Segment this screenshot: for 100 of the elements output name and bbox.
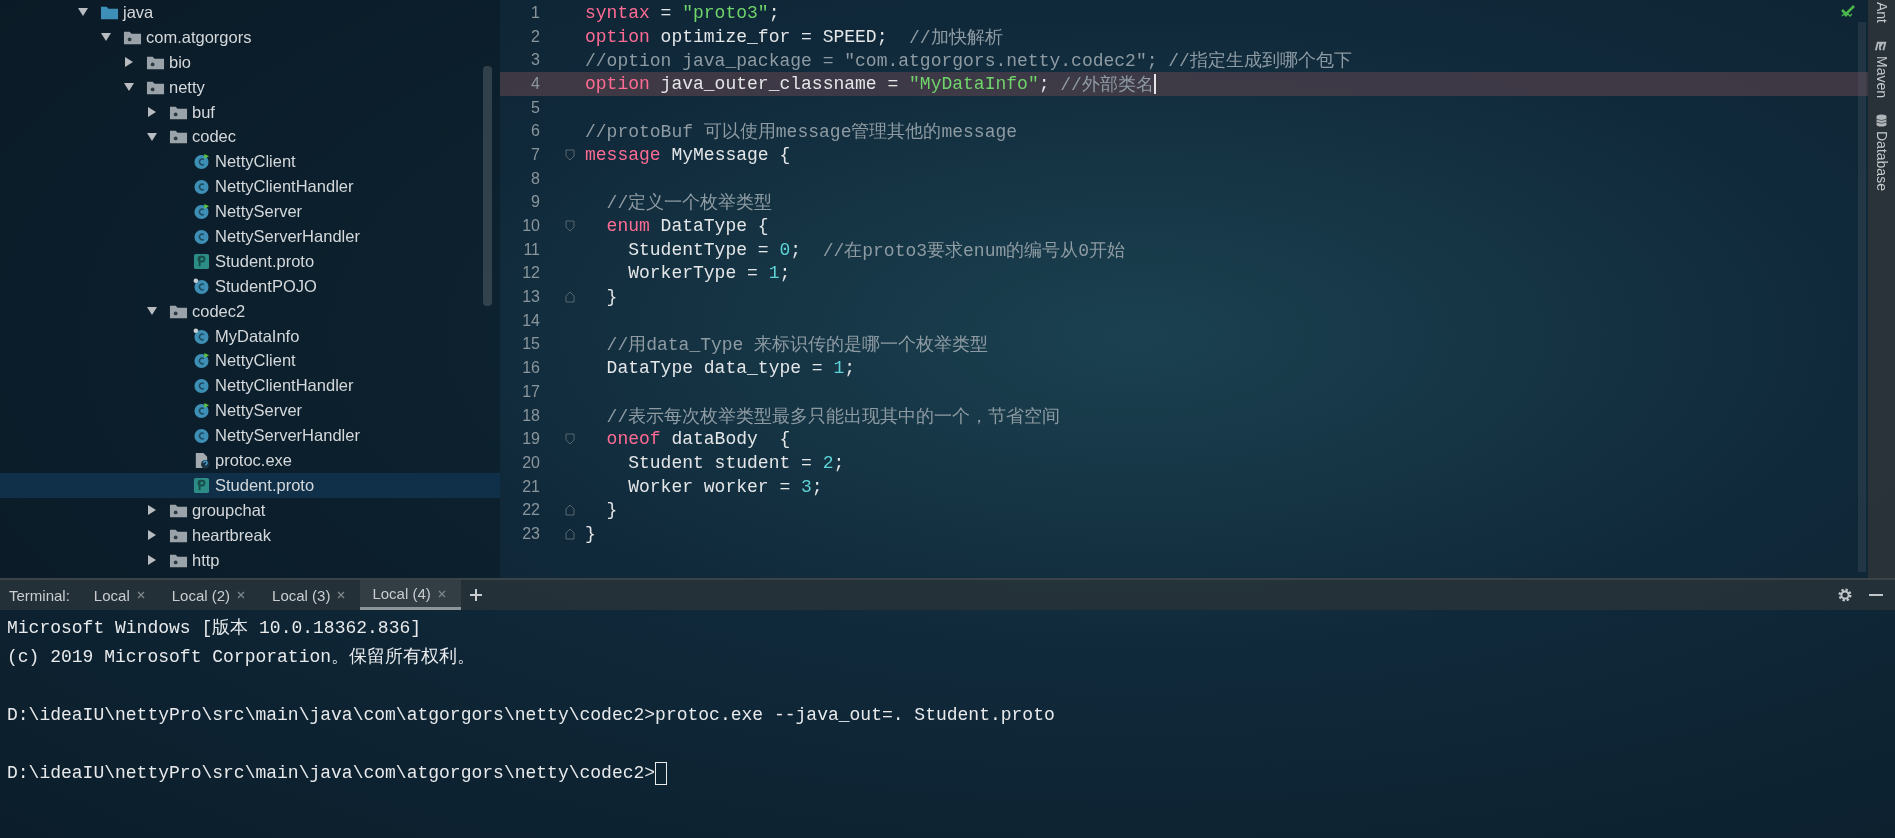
tree-item[interactable]: codec [0,124,500,150]
database-icon[interactable] [1874,114,1889,128]
tree-item[interactable]: java [0,0,500,25]
code-line: message MyMessage { [585,144,791,165]
tree-item-label: codec2 [192,301,246,321]
expand-arrow-icon[interactable] [146,504,158,517]
code-line: } [585,523,596,544]
line-number: 6 [530,122,540,141]
terminal-line: Microsoft Windows [版本 10.0.18362.836] [7,617,422,640]
tree-item-label: netty [169,77,205,97]
code-line: //用data_Type 来标识传的是哪一个枚举类型 [605,334,989,357]
terminal-tab[interactable]: Local (3) [260,580,361,610]
tree-item[interactable]: NettyClientHandler [0,373,500,399]
tree-item[interactable]: NettyClient [0,348,500,374]
tree-item[interactable]: Student.proto [0,248,500,274]
code-line: Student student = 2; [627,452,845,473]
tree-item[interactable]: heartbreak [0,522,500,548]
close-icon[interactable] [236,590,247,600]
scrollbar[interactable] [1858,22,1866,572]
tree-item-label: NettyClientHandler [215,177,354,197]
proto-file-icon [192,252,211,270]
tree-item-label: Student.proto [215,475,315,495]
code-line: } [605,500,618,521]
tree-item-label: codec [192,127,237,147]
check-icon [1840,4,1856,18]
tree-item[interactable]: NettyServer [0,199,500,224]
code-line: option java_outer_classname = "MyDataInfo"; //外部类名 [585,72,1156,96]
tree-item-label: groupchat [192,500,266,520]
line-number: 17 [521,382,540,401]
fold-marker-icon[interactable] [565,291,575,304]
tree-item[interactable]: bio [0,49,500,75]
fold-marker-icon[interactable] [565,504,575,517]
tree-item-label: NettyServerHandler [215,226,360,246]
tree-item[interactable]: buf [0,99,500,125]
tree-item[interactable]: com.atgorgors [0,24,500,50]
close-icon[interactable] [336,590,347,600]
tree-item[interactable]: NettyServer [0,398,500,424]
class-icon [192,178,211,196]
class-icon [192,227,211,245]
line-number: 18 [521,406,540,425]
settings-icon[interactable] [1837,587,1853,603]
maven-m-icon[interactable] [1874,39,1889,52]
tree-item-label: heartbreak [192,525,271,545]
terminal-tab[interactable]: Local [81,580,160,610]
tree-item-label: Student.proto [215,251,315,271]
terminal-tab[interactable]: Local (2) [159,580,261,610]
package-folder-icon [169,128,188,146]
tree-item[interactable]: NettyServerHandler [0,224,500,249]
code-line: syntax = "proto3"; [585,2,780,23]
class-icon [192,377,211,395]
runnable-class-icon [192,402,211,420]
class-icon [192,427,211,445]
tree-item-label: NettyClientHandler [215,376,354,396]
code-line: //表示每次枚举类型最多只能出现其中的一个，节省空间 [605,405,1061,428]
tree-item[interactable]: Student.proto [0,472,500,498]
tree-item[interactable]: http [0,547,500,573]
tree-item-label: NettyClient [215,351,296,371]
tree-item[interactable]: MyDataInfo [0,323,500,349]
code-line: enum DataType { [606,216,769,237]
line-number: 16 [521,359,540,378]
fold-marker-icon[interactable] [565,220,575,233]
code-line: WorkerType = 1; [627,263,791,284]
tool-window-button[interactable]: Ant [1873,2,1890,23]
expand-arrow-icon[interactable] [146,130,158,143]
tree-item[interactable]: netty [0,74,500,100]
terminal-label: Terminal: [8,586,71,604]
tree-item[interactable]: codec2 [0,298,500,324]
tool-window-button[interactable]: Maven [1873,56,1890,99]
line-number: 19 [521,430,540,449]
tree-item[interactable]: NettyServerHandler [0,423,500,449]
code-line: //option java_package = "com.atgorgors.netty.codec2"; //指定生成到哪个包下 [585,50,1352,73]
fold-marker-icon[interactable] [565,148,575,161]
expand-arrow-icon[interactable] [146,106,158,118]
tree-item-label: NettyServer [215,401,303,421]
expand-arrow-icon[interactable] [146,529,158,542]
tool-window-button[interactable]: Database [1873,131,1890,191]
code-line: oneof dataBody { [606,429,791,450]
tree-item-label: java [123,2,154,22]
tree-item[interactable]: StudentPOJO [0,273,500,299]
terminal-line: D:\ideaIU\nettyPro\src\main\java\com\atgorgors\netty\codec2> [7,759,668,788]
close-icon[interactable] [135,590,146,600]
add-icon[interactable] [468,588,483,602]
tree-item[interactable]: groupchat [0,497,500,523]
tree-item-label: StudentPOJO [215,276,317,296]
proto-file-icon [192,476,211,494]
tree-item-label: MyDataInfo [215,326,300,346]
minimize-icon[interactable] [1869,593,1883,597]
tree-item[interactable]: NettyClient [0,149,500,175]
scrollbar[interactable] [483,66,492,306]
fold-marker-icon[interactable] [565,433,575,446]
tree-item[interactable]: protoc.exe [0,448,500,473]
fold-marker-icon[interactable] [565,527,575,540]
tree-item[interactable]: NettyClientHandler [0,174,500,200]
runnable-class-icon [192,203,211,221]
terminal-tab[interactable]: Local (4) [360,580,461,610]
tree-item-label: http [192,550,220,570]
expand-arrow-icon[interactable] [146,554,158,567]
expand-arrow-icon[interactable] [123,56,135,69]
close-icon[interactable] [436,588,447,599]
class-icon [192,277,211,295]
